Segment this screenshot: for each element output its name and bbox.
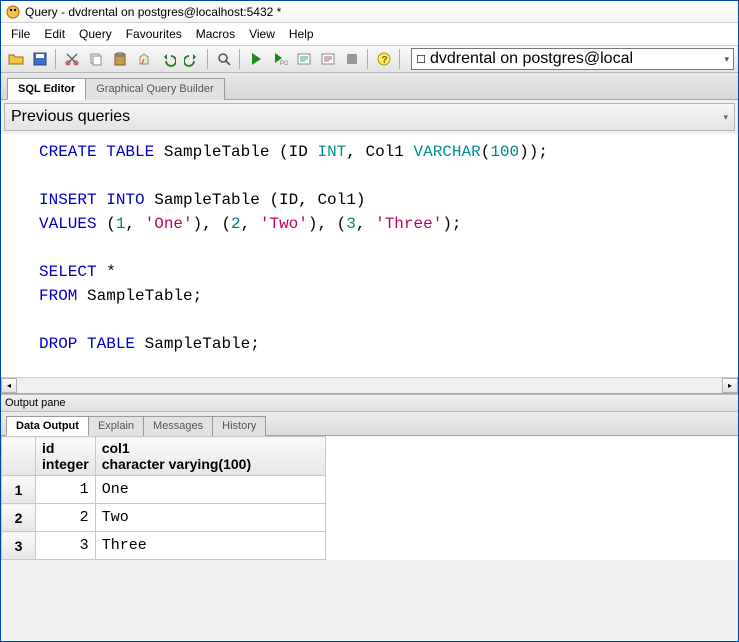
- save-icon[interactable]: [29, 49, 50, 70]
- toolbar-separator: [367, 49, 368, 69]
- header-row: idinteger col1character varying(100): [2, 437, 326, 476]
- row-number[interactable]: 3: [2, 532, 36, 560]
- menu-edit[interactable]: Edit: [38, 25, 71, 43]
- chevron-down-icon[interactable]: ▾: [722, 54, 731, 65]
- execute-pgscript-icon[interactable]: PG: [269, 49, 290, 70]
- cancel-icon[interactable]: [341, 49, 362, 70]
- cell[interactable]: 2: [36, 504, 96, 532]
- menu-macros[interactable]: Macros: [190, 25, 241, 43]
- corner-cell: [2, 437, 36, 476]
- table-row[interactable]: 1 1 One: [2, 476, 326, 504]
- undo-icon[interactable]: [157, 49, 178, 70]
- menu-favourites[interactable]: Favourites: [120, 25, 188, 43]
- cut-icon[interactable]: [61, 49, 82, 70]
- sql-editor[interactable]: CREATE TABLE SampleTable (ID INT, Col1 V…: [1, 134, 738, 394]
- connection-selector[interactable]: ☐ dvdrental on postgres@local ▾: [411, 48, 734, 70]
- cell[interactable]: Three: [95, 532, 325, 560]
- app-icon: [5, 4, 21, 20]
- toolbar-separator: [207, 49, 208, 69]
- scroll-right-icon[interactable]: ▸: [722, 378, 738, 393]
- connection-value: dvdrental on postgres@local: [430, 50, 633, 68]
- editor-tab-strip: SQL Editor Graphical Query Builder: [1, 73, 738, 100]
- toolbar-separator: [55, 49, 56, 69]
- tab-data-output[interactable]: Data Output: [6, 416, 89, 436]
- scroll-left-icon[interactable]: ◂: [1, 378, 17, 393]
- menu-view[interactable]: View: [243, 25, 281, 43]
- toolbar-separator: [399, 49, 400, 69]
- help-icon[interactable]: ?: [373, 49, 394, 70]
- chevron-down-icon[interactable]: ▾: [723, 112, 728, 123]
- tab-sql-editor[interactable]: SQL Editor: [7, 78, 86, 100]
- menu-file[interactable]: File: [5, 25, 36, 43]
- row-number[interactable]: 1: [2, 476, 36, 504]
- check-icon: ☐: [414, 53, 428, 66]
- tab-explain[interactable]: Explain: [88, 416, 144, 436]
- svg-text:PG: PG: [280, 61, 288, 67]
- tab-messages[interactable]: Messages: [143, 416, 213, 436]
- previous-queries-select[interactable]: Previous queries ▾: [4, 103, 735, 131]
- sql-text[interactable]: CREATE TABLE SampleTable (ID INT, Col1 V…: [1, 134, 738, 362]
- output-tab-strip: Data Output Explain Messages History: [1, 412, 738, 436]
- open-icon[interactable]: [5, 49, 26, 70]
- explain-icon[interactable]: [293, 49, 314, 70]
- tab-graphical-query-builder[interactable]: Graphical Query Builder: [85, 78, 224, 100]
- find-icon[interactable]: [213, 49, 234, 70]
- svg-text:?: ?: [381, 55, 387, 66]
- output-pane-title: Output pane: [1, 394, 738, 412]
- toolbar-separator: [239, 49, 240, 69]
- copy-icon[interactable]: [85, 49, 106, 70]
- window-title: Query - dvdrental on postgres@localhost:…: [25, 5, 281, 19]
- paste-icon[interactable]: [109, 49, 130, 70]
- row-number[interactable]: 2: [2, 504, 36, 532]
- table-row[interactable]: 3 3 Three: [2, 532, 326, 560]
- title-bar: Query - dvdrental on postgres@localhost:…: [1, 1, 738, 23]
- clear-icon[interactable]: [133, 49, 154, 70]
- col-header-id[interactable]: idinteger: [36, 437, 96, 476]
- previous-queries-label: Previous queries: [11, 108, 130, 126]
- explain-analyze-icon[interactable]: [317, 49, 338, 70]
- menu-help[interactable]: Help: [283, 25, 320, 43]
- cell[interactable]: Two: [95, 504, 325, 532]
- cell[interactable]: 1: [36, 476, 96, 504]
- editor-h-scrollbar[interactable]: ◂ ▸: [1, 377, 738, 393]
- execute-icon[interactable]: [245, 49, 266, 70]
- tab-history[interactable]: History: [212, 416, 266, 436]
- menu-query[interactable]: Query: [73, 25, 118, 43]
- menu-bar: File Edit Query Favourites Macros View H…: [1, 23, 738, 45]
- result-grid[interactable]: idinteger col1character varying(100) 1 1…: [1, 436, 738, 560]
- cell[interactable]: 3: [36, 532, 96, 560]
- redo-icon[interactable]: [181, 49, 202, 70]
- cell[interactable]: One: [95, 476, 325, 504]
- toolbar: PG ? ☐ dvdrental on postgres@local ▾: [1, 45, 738, 73]
- col-header-col1[interactable]: col1character varying(100): [95, 437, 325, 476]
- table-row[interactable]: 2 2 Two: [2, 504, 326, 532]
